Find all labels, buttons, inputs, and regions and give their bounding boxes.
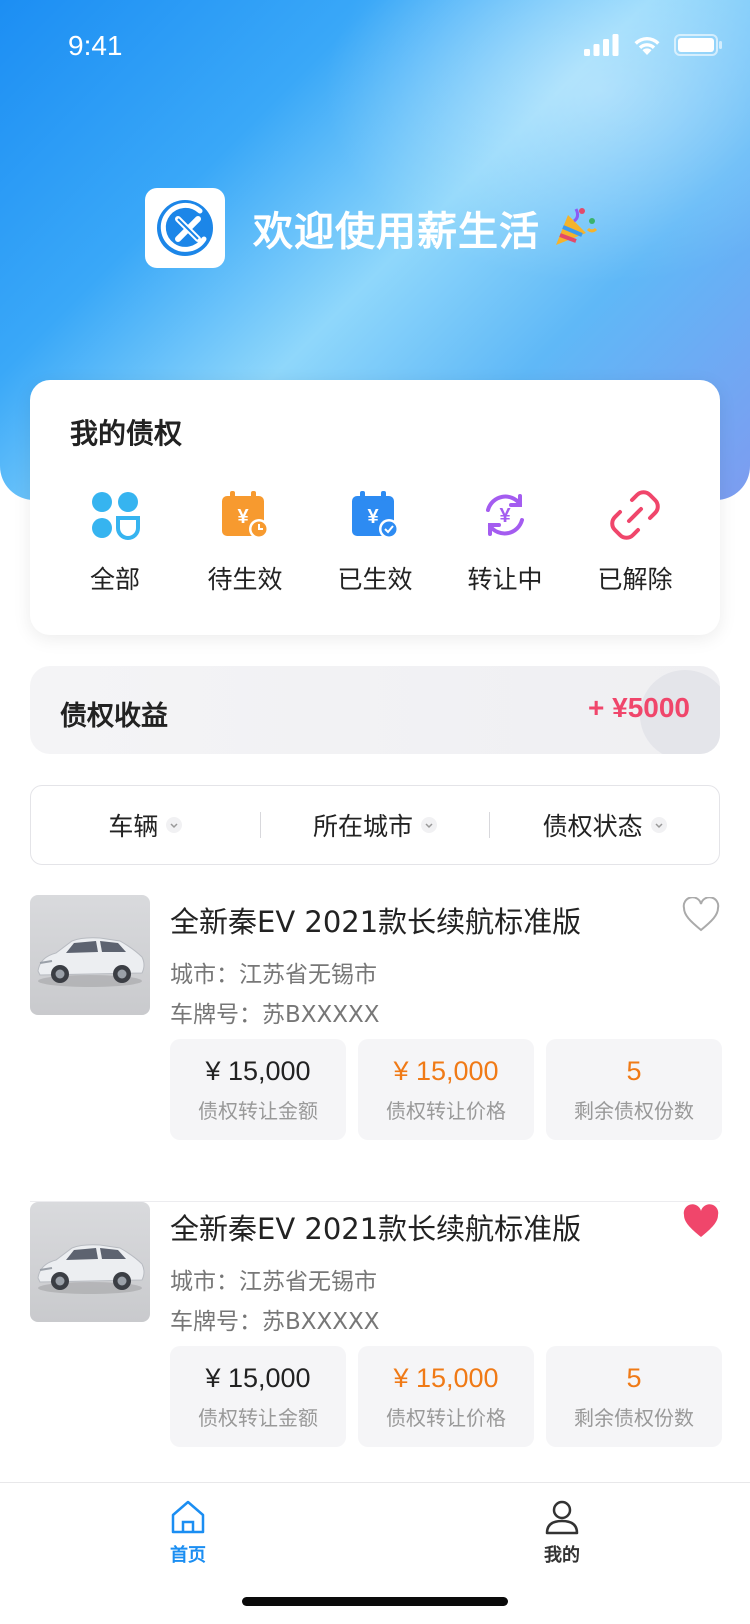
claim-category-released[interactable]: 已解除 — [570, 488, 700, 596]
claim-label: 已生效 — [337, 565, 413, 594]
stat-label: 剩余债权份数 — [574, 1098, 694, 1123]
claim-label: 全部 — [89, 565, 140, 594]
stat-value: ¥ 15,000 — [393, 1362, 499, 1393]
stat-transfer-amount: ¥ 15,000 债权转让金额 — [170, 1039, 346, 1140]
svg-text:¥: ¥ — [237, 506, 249, 528]
filter-bar: 车辆 所在城市 债权状态 — [30, 785, 720, 865]
stat-transfer-price: ¥ 15,000 债权转让价格 — [358, 1039, 534, 1140]
svg-text:¥: ¥ — [499, 505, 511, 527]
claims-title: 我的债权 — [70, 417, 183, 450]
car-image — [30, 895, 150, 1015]
app-logo — [145, 188, 225, 268]
stat-transfer-amount: ¥ 15,000 债权转让金额 — [170, 1346, 346, 1447]
claims-categories: 全部 ¥ 待生效 ¥ 已生效 ¥ 转让中 已解除 — [30, 488, 720, 596]
car-city: 城市：江苏省无锡市 — [170, 962, 377, 988]
stat-value: 5 — [626, 1362, 642, 1393]
status-time: 9:41 — [68, 30, 123, 61]
tab-label: 我的 — [544, 1545, 580, 1566]
welcome-banner: 欢迎使用薪生活 — [145, 188, 598, 268]
stat-transfer-price: ¥ 15,000 债权转让价格 — [358, 1346, 534, 1447]
stat-remaining-shares: 5 剩余债权份数 — [546, 1039, 722, 1140]
listing-card[interactable]: 全新秦EV 2021款长续航标准版 城市：江苏省无锡市 车牌号：苏BXXXXX … — [30, 895, 722, 1202]
effective-calendar-icon: ¥ — [348, 488, 402, 542]
stat-value: ¥ 15,000 — [205, 1055, 311, 1086]
pending-calendar-icon: ¥ — [218, 488, 272, 542]
car-city: 城市：江苏省无锡市 — [170, 1269, 377, 1295]
stat-value: 5 — [626, 1055, 642, 1086]
filter-label: 所在城市 — [313, 812, 414, 841]
home-icon — [171, 1500, 205, 1534]
car-plate: 车牌号：苏BXXXXX — [170, 1309, 380, 1335]
claim-label: 待生效 — [207, 565, 283, 594]
filter-label: 车辆 — [108, 812, 159, 841]
grid-all-icon — [88, 488, 142, 542]
claim-earnings-bar[interactable]: 债权收益 + ¥5000 — [30, 666, 720, 754]
earnings-value: + ¥5000 — [588, 692, 690, 723]
broken-link-icon — [608, 488, 662, 542]
claim-label: 转让中 — [467, 565, 543, 594]
tab-mine[interactable]: 我的 — [522, 1497, 602, 1567]
claim-category-transferring[interactable]: ¥ 转让中 — [440, 488, 570, 596]
earnings-title: 债权收益 — [60, 701, 168, 732]
signal-icon — [584, 34, 619, 56]
listing-card[interactable]: 全新秦EV 2021款长续航标准版 城市：江苏省无锡市 车牌号：苏BXXXXX … — [30, 1202, 722, 1509]
stat-label: 债权转让价格 — [386, 1405, 506, 1430]
filter-city[interactable]: 所在城市 — [261, 807, 490, 843]
claim-category-effective[interactable]: ¥ 已生效 — [310, 488, 440, 596]
heart-filled-icon[interactable] — [682, 1204, 720, 1240]
chevron-down-icon — [650, 817, 667, 833]
chevron-down-icon — [421, 817, 438, 833]
stat-label: 债权转让金额 — [198, 1405, 318, 1430]
user-icon — [545, 1500, 579, 1535]
filter-claim-status[interactable]: 债权状态 — [490, 807, 719, 843]
stat-value: ¥ 15,000 — [205, 1362, 311, 1393]
home-indicator — [242, 1597, 508, 1606]
stat-remaining-shares: 5 剩余债权份数 — [546, 1346, 722, 1447]
stat-value: ¥ 15,000 — [393, 1055, 499, 1086]
car-title: 全新秦EV 2021款长续航标准版 — [170, 905, 582, 939]
chevron-down-icon — [166, 817, 183, 833]
car-plate: 车牌号：苏BXXXXX — [170, 1002, 380, 1028]
claim-category-all[interactable]: 全部 — [50, 488, 180, 596]
status-icons — [584, 34, 722, 56]
app-logo-icon — [157, 200, 213, 256]
heart-outline-icon[interactable] — [682, 897, 720, 933]
transfer-cycle-icon: ¥ — [478, 488, 532, 542]
welcome-title: 欢迎使用薪生活 — [253, 209, 540, 255]
tab-label: 首页 — [170, 1545, 206, 1566]
stat-label: 剩余债权份数 — [574, 1405, 694, 1430]
wifi-icon — [634, 36, 660, 55]
filter-label: 债权状态 — [542, 812, 643, 841]
party-popper-icon — [552, 203, 598, 253]
filter-vehicle[interactable]: 车辆 — [31, 807, 260, 843]
svg-text:¥: ¥ — [367, 506, 379, 528]
stat-label: 债权转让价格 — [386, 1098, 506, 1123]
status-bar: 9:41 — [0, 0, 750, 90]
listing-stats: ¥ 15,000 债权转让金额 ¥ 15,000 债权转让价格 5 剩余债权份数 — [170, 1039, 722, 1140]
claim-label: 已解除 — [597, 565, 673, 594]
stat-label: 债权转让金额 — [198, 1098, 318, 1123]
battery-icon — [674, 34, 722, 56]
tab-home[interactable]: 首页 — [148, 1497, 228, 1567]
claim-category-pending[interactable]: ¥ 待生效 — [180, 488, 310, 596]
my-claims-card: 我的债权 全部 ¥ 待生效 ¥ 已生效 ¥ 转让中 已解除 — [30, 380, 720, 635]
car-image — [30, 1202, 150, 1322]
listing-stats: ¥ 15,000 债权转让金额 ¥ 15,000 债权转让价格 5 剩余债权份数 — [170, 1346, 722, 1447]
car-title: 全新秦EV 2021款长续航标准版 — [170, 1212, 582, 1246]
